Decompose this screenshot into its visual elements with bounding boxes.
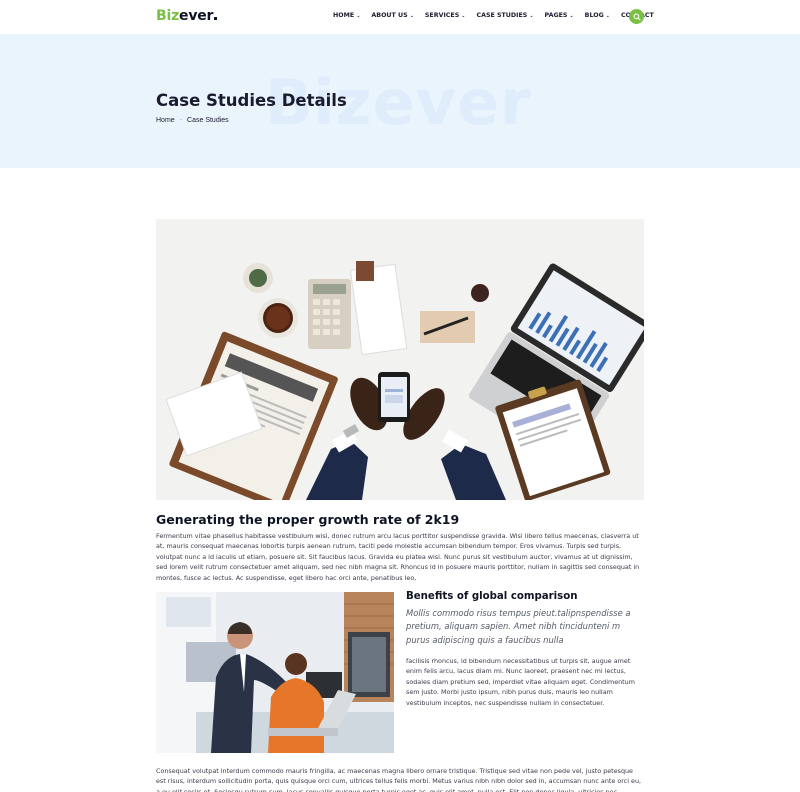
logo-part2: ever	[179, 8, 214, 24]
nav-pages-label: PAGES	[544, 12, 568, 19]
case-study-main-image	[156, 219, 644, 500]
breadcrumb-home-link[interactable]: Home	[156, 117, 175, 124]
nav-case-studies[interactable]: CASE STUDIES ⌄	[476, 12, 533, 19]
nav-services[interactable]: SERVICES ⌄	[425, 12, 466, 19]
main-nav: HOME ⌄ ABOUT US ⌄ SERVICES ⌄ CASE STUDIES ⌄ …	[333, 12, 665, 19]
nav-blog[interactable]: BLOG ⌄	[585, 12, 610, 19]
desk-workspace-illustration	[156, 219, 644, 500]
benefits-quote: Mollis commodo risus tempus pieut.talipn…	[406, 608, 631, 645]
office-meeting-image	[156, 592, 394, 753]
article-paragraph-3: Consequat volutpat interdum commodo maur…	[156, 767, 642, 792]
search-button[interactable]	[629, 9, 644, 24]
article-heading: Generating the proper growth rate of 2k1…	[156, 512, 460, 527]
chevron-down-icon: ⌄	[461, 13, 466, 19]
nav-home-label: HOME	[333, 12, 355, 19]
benefits-heading: Benefits of global comparison	[406, 591, 578, 602]
breadcrumb-separator: -	[179, 117, 183, 124]
breadcrumb-current: Case Studies	[187, 117, 229, 124]
nav-pages[interactable]: PAGES ⌄	[545, 12, 574, 19]
office-meeting-illustration	[156, 592, 394, 753]
chevron-down-icon: ⌄	[569, 13, 574, 19]
nav-services-label: SERVICES	[424, 12, 460, 19]
logo-part1: Biz	[156, 8, 180, 24]
chevron-down-icon: ⌄	[356, 13, 361, 19]
article-paragraph-1: Fermentum vitae phasellus habitasse vest…	[156, 532, 640, 582]
site-header: Bizever HOME ⌄ ABOUT US ⌄ SERVICES ⌄ CASE S…	[0, 0, 800, 34]
benefits-paragraph: facilisis rhoncus, id bibendum necessita…	[406, 657, 635, 707]
breadcrumb: Home - Case Studies	[156, 117, 229, 124]
logo[interactable]: Bizever	[156, 8, 218, 24]
chevron-down-icon: ⌄	[529, 13, 534, 19]
nav-blog-label: BLOG	[584, 12, 604, 19]
nav-case-studies-label: CASE STUDIES	[476, 12, 528, 19]
nav-about-us[interactable]: ABOUT US ⌄	[371, 12, 413, 19]
chevron-down-icon: ⌄	[409, 13, 414, 19]
nav-home[interactable]: HOME ⌄	[333, 12, 360, 19]
logo-dot	[214, 17, 218, 20]
search-icon	[633, 13, 641, 21]
page-hero: Bizever Case Studies Details Home - Case…	[0, 34, 800, 168]
nav-about-label: ABOUT US	[371, 12, 408, 19]
page-title: Case Studies Details	[156, 91, 347, 110]
chevron-down-icon: ⌄	[605, 13, 610, 19]
